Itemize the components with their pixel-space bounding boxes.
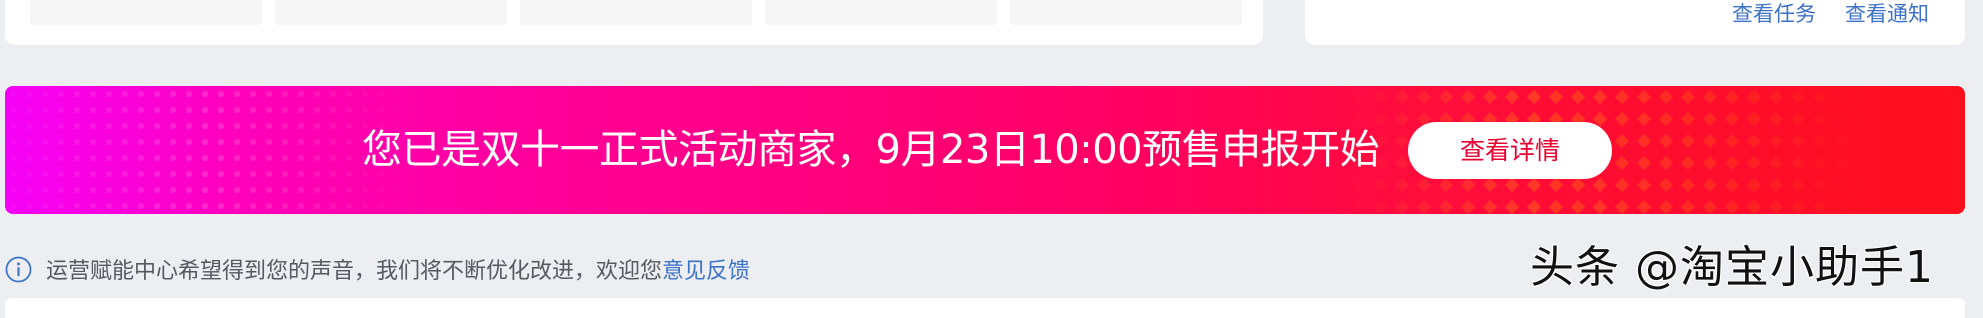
notifications-card: 查看任务 查看通知 <box>1305 0 1965 45</box>
banner-message: 您已是双十一正式活动商家，9月23日10:00预售申报开始 <box>362 127 1380 173</box>
watermark: 头条 @淘宝小助手1 <box>1530 242 1934 293</box>
view-notifications-link[interactable]: 查看通知 <box>1845 0 1929 28</box>
feedback-link[interactable]: 意见反馈 <box>662 253 750 285</box>
view-tasks-link[interactable]: 查看任务 <box>1732 0 1816 28</box>
info-icon <box>5 256 32 282</box>
task-slots-card <box>5 0 1263 45</box>
task-slot-3[interactable] <box>520 0 752 25</box>
task-slot-1[interactable] <box>30 0 262 25</box>
notice-text: 运营赋能中心希望得到您的声音，我们将不断优化改进，欢迎您 <box>46 259 663 284</box>
task-slot-5[interactable] <box>1010 0 1242 25</box>
task-slot-4[interactable] <box>765 0 997 25</box>
double-eleven-promo-banner[interactable]: 您已是双十一正式活动商家，9月23日10:00预售申报开始 查看详情 <box>5 86 1965 214</box>
view-details-button[interactable]: 查看详情 <box>1408 122 1612 179</box>
content-panel-edge <box>5 298 1965 318</box>
task-slot-2[interactable] <box>275 0 507 25</box>
feedback-notice: 运营赋能中心希望得到您的声音，我们将不断优化改进，欢迎您 意见反馈 <box>5 254 750 284</box>
